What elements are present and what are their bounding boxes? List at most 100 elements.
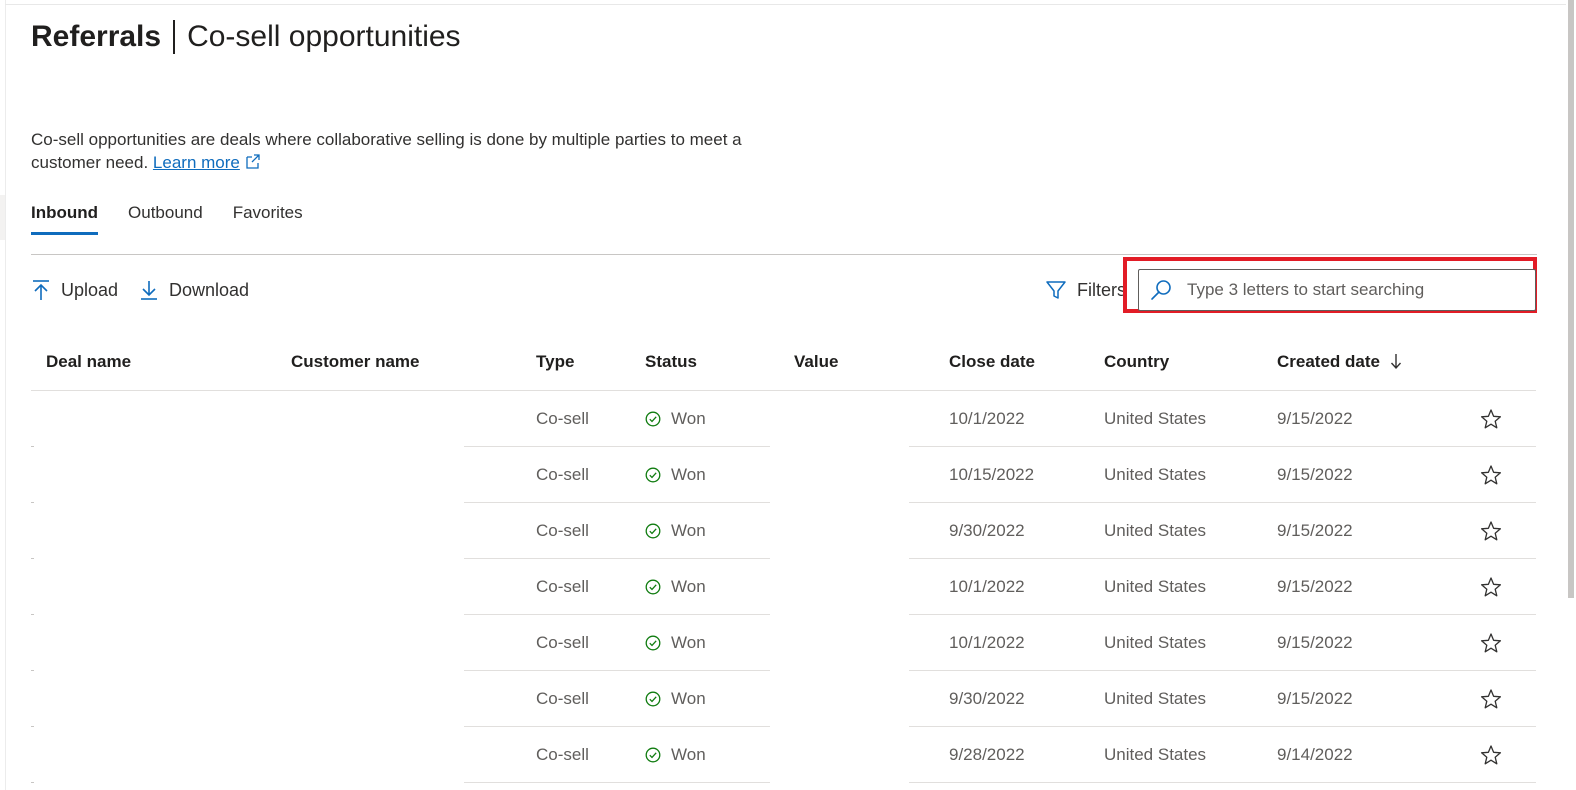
filters-button[interactable]: Filters — [1045, 279, 1126, 301]
cell-country: United States — [1104, 465, 1207, 484]
status-label: Won — [671, 689, 706, 708]
search-input[interactable] — [1185, 279, 1519, 301]
cell-status: Won — [645, 671, 706, 727]
upload-label: Upload — [61, 279, 119, 300]
star-outline-icon[interactable] — [1480, 520, 1502, 542]
star-outline-icon[interactable] — [1480, 464, 1502, 486]
table-row[interactable]: Co-sell Won 9/30/2022 United States 9/15/202… — [31, 503, 1536, 559]
gutter-notch — [0, 195, 5, 240]
page-title-sub: Co-sell opportunities — [187, 20, 461, 53]
search-icon — [1151, 280, 1171, 300]
arrow-down-icon — [141, 281, 157, 300]
table-row[interactable]: Co-sell Won 10/1/2022 United States 9/15/202… — [31, 391, 1536, 447]
row-divider — [464, 782, 770, 783]
description-text: Co-sell opportunities are deals where co… — [31, 130, 742, 172]
table-header: Deal name Customer name Type Status Valu… — [31, 334, 1536, 391]
star-outline-icon[interactable] — [1480, 632, 1502, 654]
funnel-icon — [1046, 281, 1066, 299]
status-label: Won — [671, 409, 706, 428]
cell-status: Won — [645, 727, 706, 783]
status-label: Won — [671, 521, 706, 540]
top-divider — [5, 4, 1576, 5]
table-row[interactable]: Co-sell Won 10/1/2022 United States 9/15/202… — [31, 559, 1536, 615]
row-divider — [909, 782, 1536, 783]
created-date-label: Created date — [1277, 352, 1380, 371]
check-circle-icon — [645, 467, 661, 483]
cell-type: Co-sell — [536, 409, 589, 428]
cell-status: Won — [645, 391, 706, 447]
table-row[interactable]: Co-sell Won 10/1/2022 United States 9/15/202… — [31, 615, 1536, 671]
cell-type: Co-sell — [536, 577, 589, 596]
check-circle-icon — [645, 579, 661, 595]
cell-status: Won — [645, 615, 706, 671]
table-row[interactable]: Co-sell Won 10/15/2022 United States 9/15/20… — [31, 447, 1536, 503]
tabs-divider — [31, 254, 1537, 255]
star-outline-icon[interactable] — [1480, 408, 1502, 430]
cell-country: United States — [1104, 521, 1207, 540]
check-circle-icon — [645, 747, 661, 763]
star-outline-icon[interactable] — [1480, 744, 1502, 766]
left-gutter — [0, 0, 6, 790]
status-label: Won — [671, 745, 706, 764]
tab-outbound[interactable]: Outbound — [128, 203, 203, 235]
download-label: Download — [169, 279, 250, 300]
column-header-deal-name[interactable]: Deal name — [46, 334, 131, 390]
tab-list: Inbound Outbound Favorites — [31, 203, 303, 235]
cell-type: Co-sell — [536, 633, 589, 652]
external-link-icon — [246, 154, 260, 169]
cell-close-date: 10/1/2022 — [949, 633, 1025, 652]
column-header-close-date[interactable]: Close date — [949, 334, 1035, 390]
page-description: Co-sell opportunities are deals where co… — [31, 128, 791, 174]
arrow-up-icon — [33, 280, 49, 300]
cell-type: Co-sell — [536, 465, 589, 484]
column-header-status[interactable]: Status — [645, 334, 697, 390]
cell-close-date: 9/30/2022 — [949, 689, 1025, 708]
row-tick — [31, 782, 34, 783]
star-outline-icon[interactable] — [1480, 688, 1502, 710]
cell-created-date: 9/15/2022 — [1277, 633, 1353, 652]
status-label: Won — [671, 577, 706, 596]
cell-country: United States — [1104, 577, 1207, 596]
check-circle-icon — [645, 411, 661, 427]
column-header-created-date[interactable]: Created date — [1277, 334, 1402, 390]
column-header-customer-name[interactable]: Customer name — [291, 334, 419, 390]
cell-type: Co-sell — [536, 689, 589, 708]
cell-close-date: 9/30/2022 — [949, 521, 1025, 540]
star-outline-icon[interactable] — [1480, 576, 1502, 598]
upload-button[interactable]: Upload — [31, 279, 118, 301]
cell-country: United States — [1104, 633, 1207, 652]
filters-label: Filters — [1077, 279, 1126, 300]
cell-country: United States — [1104, 409, 1207, 428]
search-box[interactable] — [1138, 269, 1536, 311]
cell-created-date: 9/15/2022 — [1277, 689, 1353, 708]
check-circle-icon — [645, 691, 661, 707]
column-header-type[interactable]: Type — [536, 334, 574, 390]
table-row[interactable]: Co-sell Won 9/28/2022 United States 9/14/202… — [31, 727, 1536, 783]
cell-status: Won — [645, 447, 706, 503]
table-row[interactable]: Co-sell Won 9/30/2022 United States 9/15/202… — [31, 671, 1536, 727]
cell-close-date: 10/1/2022 — [949, 577, 1025, 596]
cell-close-date: 10/15/2022 — [949, 465, 1035, 484]
cell-type: Co-sell — [536, 745, 589, 764]
arrow-down-sort-icon — [1390, 354, 1402, 370]
status-label: Won — [671, 465, 706, 484]
cell-country: United States — [1104, 745, 1207, 764]
scrollbar-thumb[interactable] — [1568, 0, 1574, 598]
column-header-country[interactable]: Country — [1104, 334, 1169, 390]
page-title-main: Referrals — [31, 20, 162, 53]
cell-created-date: 9/15/2022 — [1277, 577, 1353, 596]
check-circle-icon — [645, 523, 661, 539]
cell-close-date: 9/28/2022 — [949, 745, 1025, 764]
learn-more-link[interactable]: Learn more — [153, 153, 240, 172]
download-button[interactable]: Download — [139, 279, 249, 301]
scrollbar[interactable] — [1566, 0, 1576, 790]
column-header-value[interactable]: Value — [794, 334, 838, 390]
tab-inbound[interactable]: Inbound — [31, 203, 99, 235]
cell-created-date: 9/14/2022 — [1277, 745, 1353, 764]
cell-status: Won — [645, 559, 706, 615]
page-title: Referrals Co-sell opportunities — [31, 18, 461, 56]
cell-status: Won — [645, 503, 706, 559]
title-separator — [173, 20, 176, 54]
tab-favorites[interactable]: Favorites — [233, 203, 303, 235]
learn-more-label: Learn more — [152, 153, 240, 172]
